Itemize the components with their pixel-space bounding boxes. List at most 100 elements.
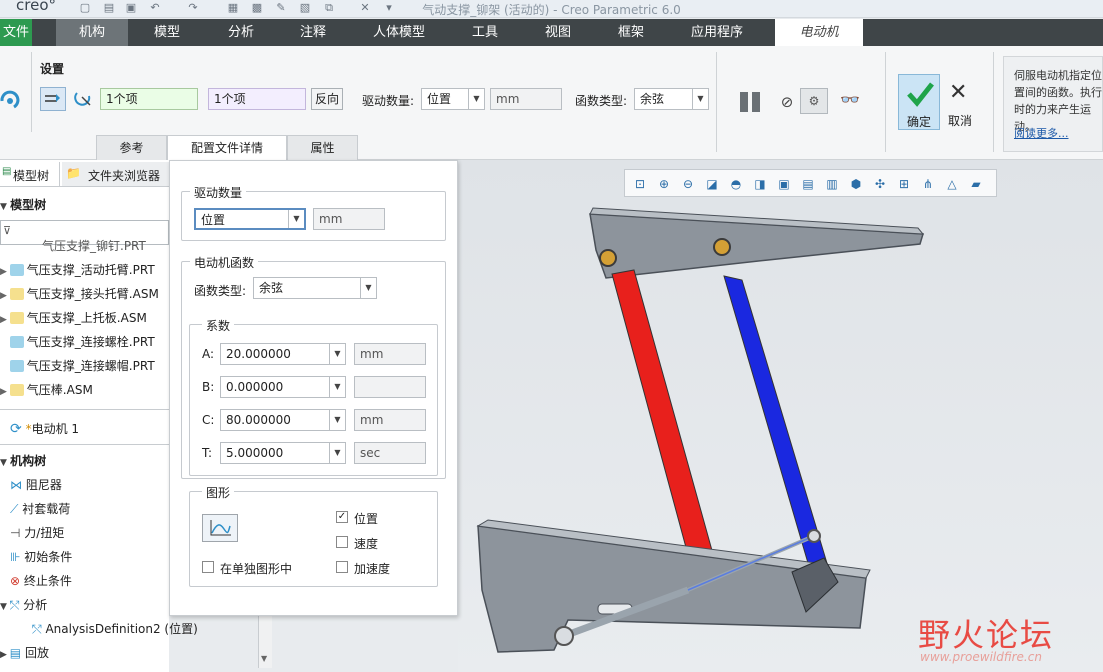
tab-file[interactable]: 文件 bbox=[0, 19, 32, 46]
motor-tree-item[interactable]: ⟳ *电动机 1 bbox=[10, 418, 79, 440]
tree-item[interactable]: 气压支撑_铆钉.PRT bbox=[0, 239, 169, 255]
coefficient-t-value: 5.000000 bbox=[226, 446, 284, 460]
tree-item[interactable]: ▶ 气压支撑_活动托臂.PRT bbox=[0, 259, 169, 281]
function-type-select[interactable]: 余弦 ▼ bbox=[634, 88, 709, 110]
position-checkbox[interactable]: ✓ bbox=[336, 511, 348, 523]
mechanism-tree-items: ⋈ 阻尼器 ⟋ 衬套载荷 ⊣ 力/扭矩 ⊪ 初始条件 ⊗ 终止条件 bbox=[10, 474, 166, 594]
tree-item[interactable]: ▶ 气压支撑_上托板.ASM bbox=[0, 307, 169, 329]
coefficients-group-title: 系数 bbox=[202, 317, 235, 334]
tab-folder-browser[interactable]: 📁 文件夹浏览器 bbox=[62, 162, 169, 186]
tree-scrollbar[interactable]: ▼ bbox=[258, 616, 272, 668]
termination-condition-item[interactable]: ⊗ 终止条件 bbox=[10, 570, 166, 594]
tab-annotate[interactable]: 注释 bbox=[288, 19, 338, 46]
motion-reference-field[interactable]: 1个项 bbox=[208, 88, 306, 110]
tab-human-model[interactable]: 人体模型 bbox=[360, 19, 438, 46]
damper-item[interactable]: ⋈ 阻尼器 bbox=[10, 474, 166, 498]
initial-condition-item[interactable]: ⊪ 初始条件 bbox=[10, 546, 166, 570]
drive-quantity-select[interactable]: 位置 ▼ bbox=[194, 208, 306, 230]
coefficient-a-value: 20.000000 bbox=[226, 347, 291, 361]
profile-details-panel: 驱动数量 位置 ▼ mm 电动机函数 函数类型: 余弦 ▼ 系数 A: 20.0… bbox=[169, 160, 458, 616]
filter-icon: ⊽ bbox=[3, 224, 12, 237]
servo-motor-icon bbox=[0, 90, 20, 109]
drive-quantity-label: 驱动数量: bbox=[362, 94, 415, 108]
chevron-down-icon: ▼ bbox=[692, 89, 708, 109]
function-type-value: 余弦 bbox=[259, 281, 284, 295]
model-tree-header: ▼ 模型树 bbox=[0, 198, 47, 212]
reference-motion-icon[interactable] bbox=[72, 87, 96, 111]
separate-graph-label: 在单独图形中 bbox=[220, 562, 293, 576]
tree-item[interactable]: ▶ 气压支撑_连接螺栓.PRT bbox=[0, 331, 169, 353]
coefficient-c-row: C: 80.000000 ▼ mm bbox=[190, 409, 439, 433]
tab-mechanism[interactable]: 机构 bbox=[56, 19, 128, 46]
tab-model-tree[interactable]: ▤ 模型树 bbox=[0, 162, 60, 186]
title-bar: creo° ▢ ▤ ▣ ↶ ↷ ▦ ▩ ✎ ▧ ⧉ ✕ ▾ 气动支撑_铆架 (活… bbox=[0, 0, 1103, 18]
function-type-select[interactable]: 余弦 ▼ bbox=[253, 277, 377, 299]
separate-graph-checkbox[interactable] bbox=[202, 561, 214, 573]
bushing-load-item[interactable]: ⟋ 衬套载荷 bbox=[10, 498, 166, 522]
scroll-down-icon[interactable]: ▼ bbox=[261, 654, 267, 663]
position-label: 位置 bbox=[354, 512, 379, 526]
motor-function-group-title: 电动机函数 bbox=[190, 254, 259, 271]
graph-group-title: 图形 bbox=[202, 484, 235, 501]
folder-icon: 📁 bbox=[66, 166, 81, 180]
tree-icon: ▤ bbox=[2, 166, 12, 177]
tab-model[interactable]: 模型 bbox=[140, 19, 194, 46]
coefficient-a-row: A: 20.000000 ▼ mm bbox=[190, 343, 439, 367]
velocity-checkbox[interactable] bbox=[336, 536, 348, 548]
cancel-label: 取消 bbox=[947, 114, 972, 128]
drive-quantity-value: 位置 bbox=[201, 213, 226, 227]
assembly-icon bbox=[9, 312, 24, 324]
tab-references[interactable]: 参考 bbox=[96, 135, 167, 160]
driven-entity-button[interactable] bbox=[40, 87, 66, 111]
drive-quantity-group: 驱动数量 位置 ▼ mm bbox=[181, 184, 446, 241]
watermark-url: www.proewildfire.cn bbox=[920, 650, 1042, 664]
assembly-icon bbox=[9, 288, 24, 300]
tree-item[interactable]: ▶ 气压支撑_连接螺帽.PRT bbox=[0, 355, 169, 377]
analysis-item[interactable]: ▼ ⤲ 分析 bbox=[0, 594, 47, 616]
drive-quantity-unit: mm bbox=[313, 208, 385, 230]
acceleration-checkbox[interactable] bbox=[336, 561, 348, 573]
coefficient-b-input[interactable]: 0.000000 ▼ bbox=[220, 376, 346, 398]
glasses-icon[interactable]: 👓 bbox=[836, 90, 864, 112]
ok-button[interactable]: 确定 bbox=[898, 74, 940, 130]
analysis-definition-item[interactable]: ⤲ AnalysisDefinition2 (位置) bbox=[32, 618, 198, 640]
no-entry-icon[interactable]: ⊘ bbox=[778, 93, 796, 111]
tab-profile-details[interactable]: 配置文件详情 bbox=[167, 135, 287, 161]
tab-view[interactable]: 视图 bbox=[533, 19, 583, 46]
preview-geometry-icon[interactable]: ⚙ bbox=[800, 88, 828, 114]
coefficient-a-input[interactable]: 20.000000 ▼ bbox=[220, 343, 346, 365]
force-torque-item[interactable]: ⊣ 力/扭矩 bbox=[10, 522, 166, 546]
tab-frame[interactable]: 框架 bbox=[606, 19, 656, 46]
tree-item[interactable]: ▶ 气压支撑_接头托臂.ASM bbox=[0, 283, 169, 305]
tab-analysis[interactable]: 分析 bbox=[214, 19, 268, 46]
pause-icon[interactable] bbox=[738, 91, 764, 113]
read-more-link[interactable]: 阅读更多... bbox=[1014, 125, 1069, 141]
coefficient-c-input[interactable]: 80.000000 ▼ bbox=[220, 409, 346, 431]
tab-motor[interactable]: 电动机 bbox=[775, 19, 863, 46]
settings-label: 设置 bbox=[40, 62, 65, 76]
analysis-definition-icon: ⤲ bbox=[32, 622, 42, 636]
graph-button[interactable] bbox=[202, 514, 238, 542]
model-tree-pane: ▤ 模型树 📁 文件夹浏览器 ▼ 模型树 ⊽ 气压支撑_铆钉.PRT ▶ 气压支… bbox=[0, 160, 272, 672]
driven-reference-field[interactable]: 1个项 bbox=[100, 88, 198, 110]
drive-quantity-select[interactable]: 位置 ▼ bbox=[421, 88, 485, 110]
checkmark-icon bbox=[907, 82, 934, 107]
drive-unit-field: mm bbox=[490, 88, 562, 110]
close-icon: ✕ bbox=[949, 80, 968, 105]
select-reference-icon bbox=[45, 94, 60, 102]
tab-applications[interactable]: 应用程序 bbox=[678, 19, 756, 46]
analysis-icon: ⤲ bbox=[9, 598, 20, 612]
reverse-button[interactable]: 反向 bbox=[311, 88, 343, 110]
coefficient-t-input[interactable]: 5.000000 ▼ bbox=[220, 442, 346, 464]
tree-item[interactable]: ▶ 气压棒.ASM bbox=[0, 379, 169, 401]
tab-tools[interactable]: 工具 bbox=[460, 19, 510, 46]
coefficient-t-label: T: bbox=[202, 446, 213, 460]
playback-item[interactable]: ▶ ▤ 回放 bbox=[0, 642, 49, 664]
cancel-button[interactable]: ✕ 取消 bbox=[944, 74, 976, 130]
coefficient-b-row: B: 0.000000 ▼ bbox=[190, 376, 439, 400]
ok-label: 确定 bbox=[906, 115, 931, 129]
mechanism-model[interactable] bbox=[458, 190, 1103, 672]
tab-properties[interactable]: 属性 bbox=[287, 135, 358, 160]
graph-icon bbox=[210, 520, 231, 536]
part-icon bbox=[9, 336, 24, 348]
